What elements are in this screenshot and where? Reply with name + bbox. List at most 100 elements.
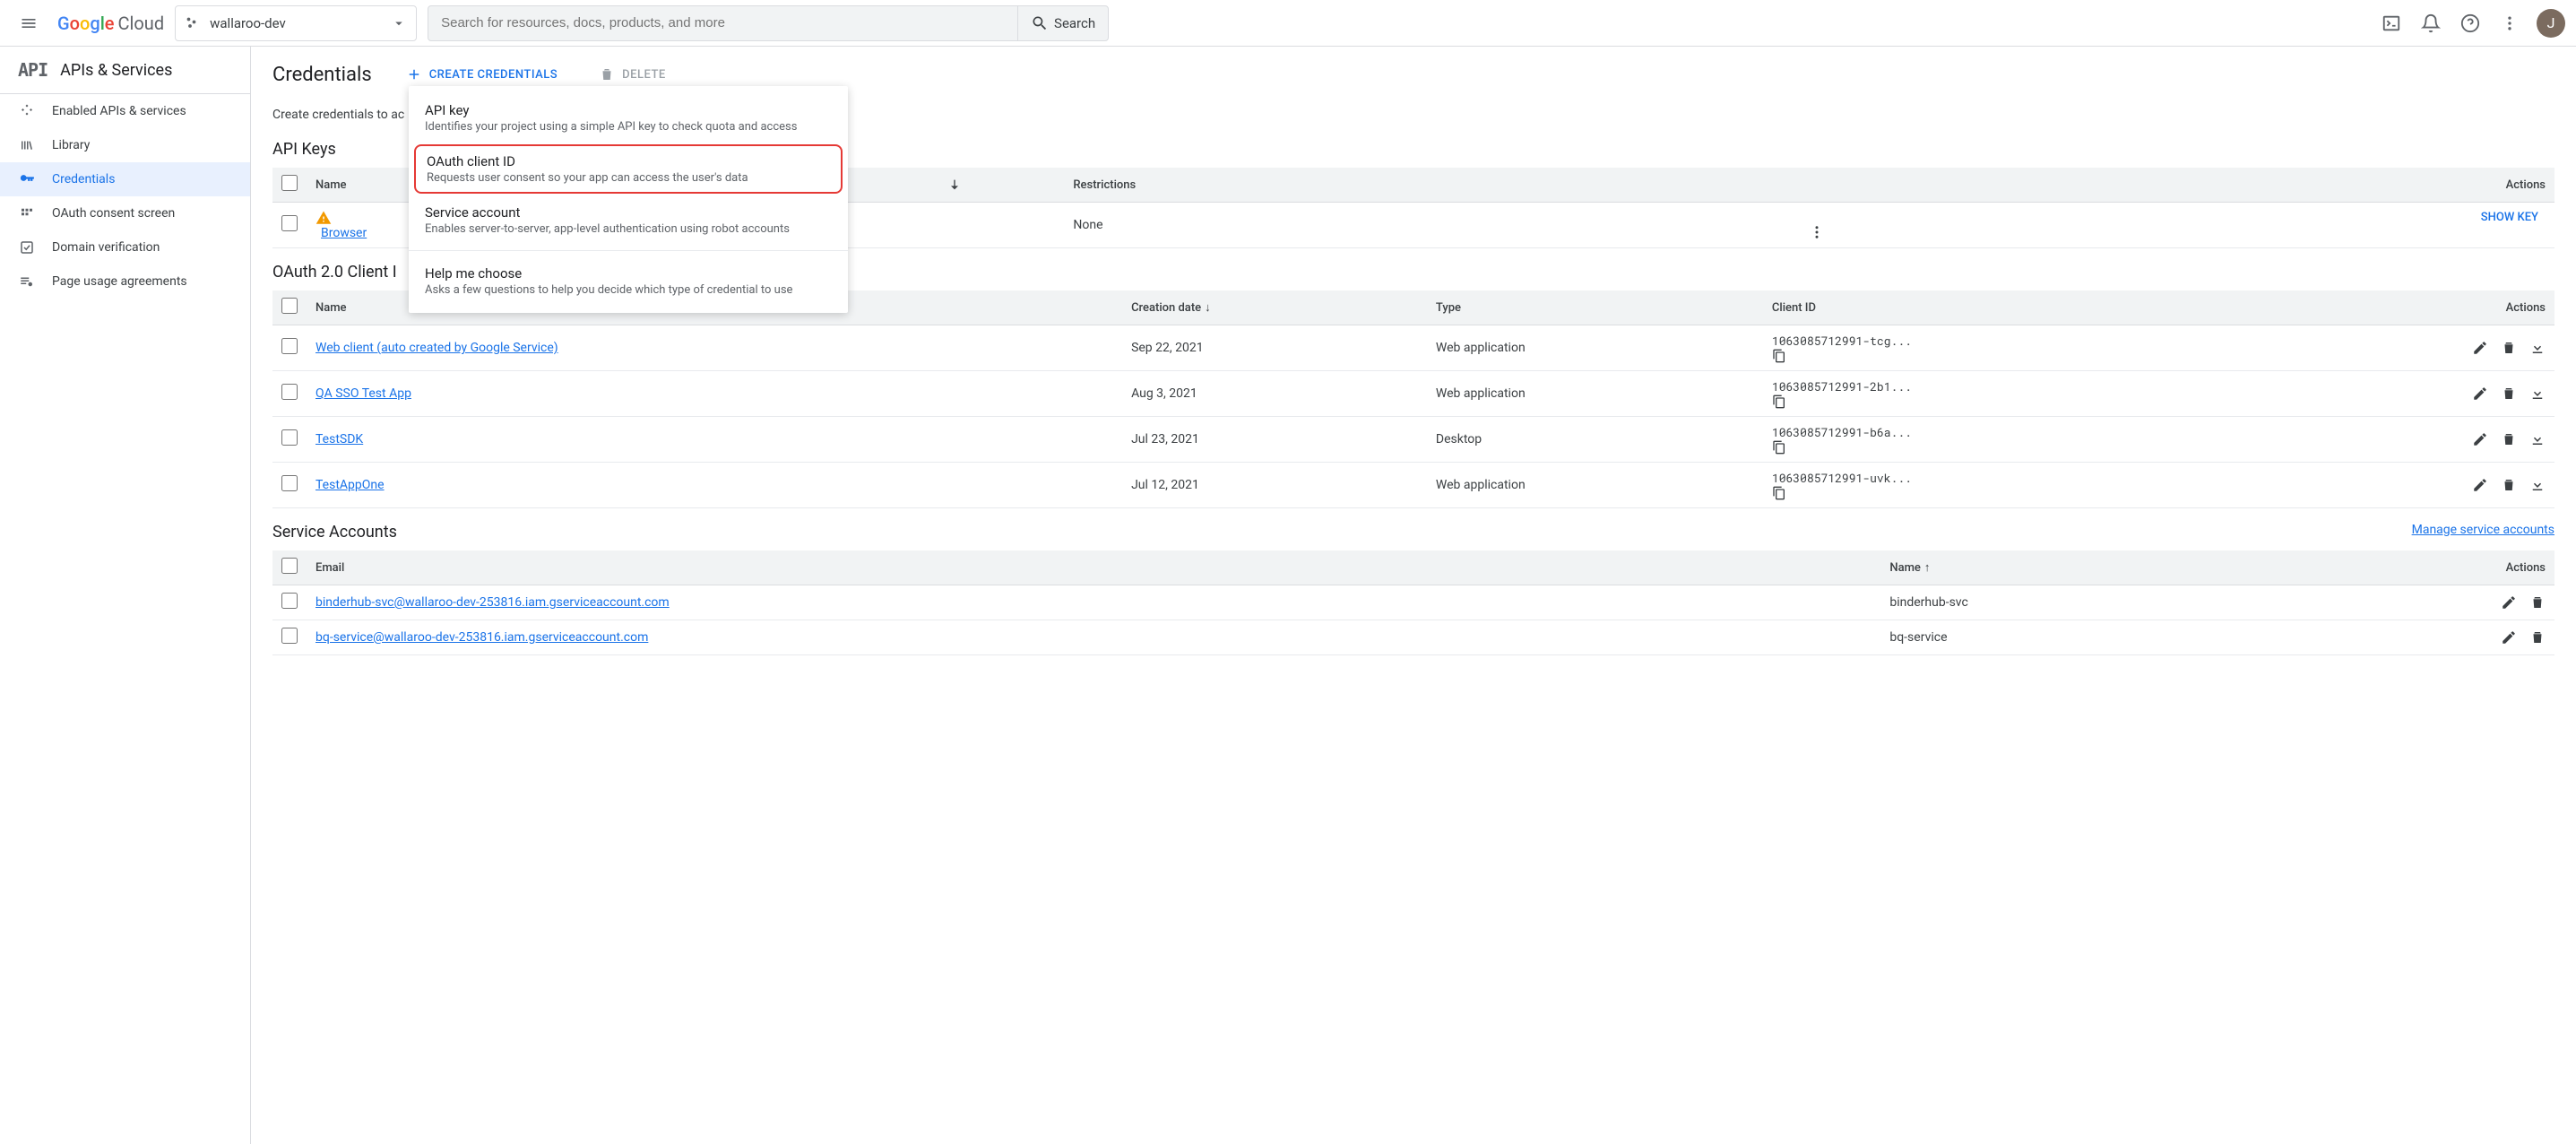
restrictions-value: None — [1064, 203, 1799, 248]
create-credentials-button[interactable]: CREATE CREDENTIALS — [399, 61, 565, 88]
service-account-name: binderhub-svc — [1880, 585, 2288, 620]
client-type: Web application — [1427, 371, 1763, 417]
api-key-name-link[interactable]: Browser — [321, 226, 367, 240]
edit-icon[interactable] — [2472, 431, 2488, 447]
select-all-oauth[interactable] — [281, 298, 298, 314]
nav-oauth-consent[interactable]: OAuth consent screen — [0, 196, 250, 230]
edit-icon[interactable] — [2472, 340, 2488, 356]
delete-icon[interactable] — [2529, 629, 2546, 646]
nav-library[interactable]: Library — [0, 128, 250, 162]
menu-item-api-key[interactable]: API key Identifies your project using a … — [409, 93, 848, 143]
nav-domain-verification[interactable]: Domain verification — [0, 230, 250, 264]
top-bar: Google Cloud wallaroo-dev Search J — [0, 0, 2576, 47]
table-row: Web client (auto created by Google Servi… — [272, 325, 2554, 371]
oauth-client-link[interactable]: Web client (auto created by Google Servi… — [316, 341, 558, 355]
more-actions-icon[interactable] — [1809, 224, 2546, 240]
copy-icon[interactable] — [1772, 349, 2260, 363]
delete-button[interactable]: DELETE — [592, 61, 673, 88]
help-icon[interactable] — [2452, 5, 2488, 41]
oauth-table: Name Creation date↓ Type Client ID Actio… — [272, 290, 2554, 508]
table-row: TestSDKJul 23, 2021Desktop1063085712991-… — [272, 417, 2554, 463]
page-title: Credentials — [272, 64, 372, 86]
service-accounts-table: Email Name↑ Actions binderhub-svc@wallar… — [272, 550, 2554, 655]
client-id: 1063085712991-tcg... — [1772, 333, 1912, 349]
notifications-icon[interactable] — [2413, 5, 2449, 41]
section-service-accounts-title: Service Accounts — [272, 523, 397, 542]
verified-icon — [18, 239, 36, 256]
trash-icon — [599, 66, 615, 82]
col-client-id[interactable]: Client ID — [1763, 290, 2269, 325]
settings-list-icon — [18, 273, 36, 290]
show-key-button[interactable]: SHOW KEY — [2481, 211, 2538, 224]
copy-icon[interactable] — [1772, 440, 2260, 455]
service-account-email-link[interactable]: bq-service@wallaroo-dev-253816.iam.gserv… — [316, 630, 648, 645]
col-actions: Actions — [1800, 168, 2554, 203]
oauth-client-link[interactable]: TestSDK — [316, 432, 363, 446]
service-account-email-link[interactable]: binderhub-svc@wallaroo-dev-253816.iam.gs… — [316, 595, 670, 610]
user-avatar[interactable]: J — [2537, 9, 2565, 38]
menu-item-help-choose[interactable]: Help me choose Asks a few questions to h… — [409, 256, 848, 306]
hamburger-menu-button[interactable] — [11, 5, 47, 41]
search-input[interactable] — [428, 15, 1017, 30]
delete-icon[interactable] — [2501, 340, 2517, 356]
client-id: 1063085712991-b6a... — [1772, 424, 1912, 440]
library-icon — [18, 137, 36, 153]
google-cloud-logo[interactable]: Google Cloud — [57, 13, 164, 34]
creation-date: Aug 3, 2021 — [1122, 371, 1427, 417]
download-icon[interactable] — [2529, 386, 2546, 402]
search-box: Search — [428, 5, 1109, 41]
key-icon — [18, 171, 36, 187]
row-checkbox[interactable] — [281, 429, 298, 446]
search-button[interactable]: Search — [1017, 6, 1108, 40]
select-all-api-keys[interactable] — [281, 175, 298, 191]
edit-icon[interactable] — [2472, 386, 2488, 402]
row-checkbox[interactable] — [281, 384, 298, 400]
sort-desc-icon[interactable] — [947, 178, 962, 192]
delete-icon[interactable] — [2501, 431, 2517, 447]
delete-icon[interactable] — [2529, 594, 2546, 611]
col-creation[interactable]: Creation date↓ — [1122, 290, 1427, 325]
manage-service-accounts-link[interactable]: Manage service accounts — [2412, 523, 2554, 537]
service-account-name: bq-service — [1880, 620, 2288, 655]
nav-credentials[interactable]: Credentials — [0, 162, 250, 196]
client-id: 1063085712991-2b1... — [1772, 378, 1912, 394]
nav-enabled-apis[interactable]: Enabled APIs & services — [0, 94, 250, 128]
col-restrictions[interactable]: Restrictions — [1064, 168, 1799, 203]
edit-icon[interactable] — [2501, 594, 2517, 611]
plus-icon — [406, 66, 422, 82]
row-checkbox[interactable] — [281, 338, 298, 354]
download-icon[interactable] — [2529, 431, 2546, 447]
client-id: 1063085712991-uvk... — [1772, 470, 1912, 486]
cloud-shell-icon[interactable] — [2373, 5, 2409, 41]
sidebar: API APIs & Services Enabled APIs & servi… — [0, 47, 251, 1144]
table-row: QA SSO Test App Aug 3, 2021Web applicatio… — [272, 371, 2554, 417]
creation-date: Sep 22, 2021 — [1122, 325, 1427, 371]
row-checkbox[interactable] — [281, 593, 298, 609]
delete-icon[interactable] — [2501, 386, 2517, 402]
oauth-client-link[interactable]: QA SSO Test App — [316, 386, 411, 401]
enabled-apis-icon — [18, 103, 36, 119]
row-checkbox[interactable] — [281, 475, 298, 491]
col-name[interactable]: Name↑ — [1880, 550, 2288, 585]
more-vert-icon[interactable] — [2492, 5, 2528, 41]
row-checkbox[interactable] — [281, 628, 298, 644]
copy-icon[interactable] — [1772, 394, 2260, 409]
copy-icon[interactable] — [1772, 486, 2260, 500]
edit-icon[interactable] — [2501, 629, 2517, 646]
edit-icon[interactable] — [2472, 477, 2488, 493]
menu-item-service-account[interactable]: Service account Enables server-to-server… — [409, 195, 848, 245]
delete-icon[interactable] — [2501, 477, 2517, 493]
select-all-service-accounts[interactable] — [281, 558, 298, 574]
download-icon[interactable] — [2529, 340, 2546, 356]
nav-page-usage[interactable]: Page usage agreements — [0, 264, 250, 299]
row-checkbox[interactable] — [281, 215, 298, 231]
col-type[interactable]: Type — [1427, 290, 1763, 325]
col-email[interactable]: Email — [307, 550, 1880, 585]
download-icon[interactable] — [2529, 477, 2546, 493]
creation-date: Jul 23, 2021 — [1122, 417, 1427, 463]
menu-item-oauth-client-id[interactable]: OAuth client ID Requests user consent so… — [414, 144, 843, 194]
project-name: wallaroo-dev — [210, 15, 382, 31]
search-icon — [1031, 14, 1049, 32]
project-picker[interactable]: wallaroo-dev — [175, 5, 417, 41]
oauth-client-link[interactable]: TestAppOne — [316, 478, 385, 492]
